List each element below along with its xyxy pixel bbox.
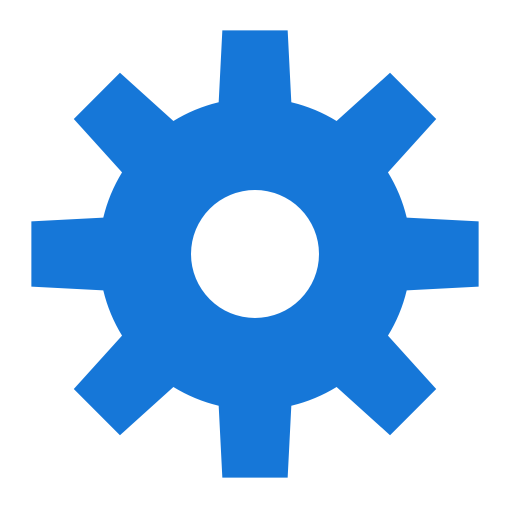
icon-canvas bbox=[0, 0, 512, 512]
gear-icon-shape bbox=[31, 30, 479, 478]
gear-icon bbox=[31, 30, 479, 478]
settings-button[interactable] bbox=[0, 0, 512, 512]
